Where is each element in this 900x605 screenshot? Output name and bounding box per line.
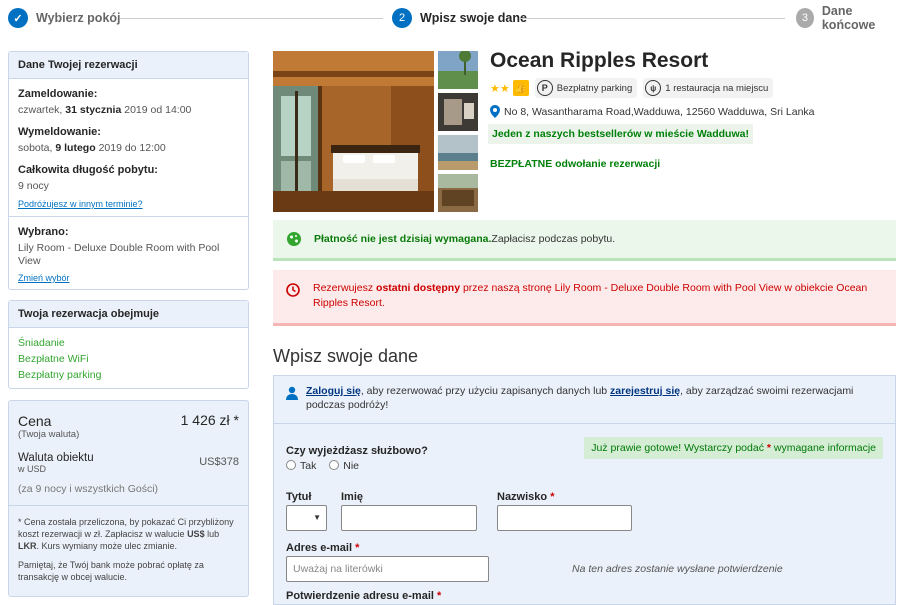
includes-header: Twoja rezerwacja obejmuje	[9, 301, 248, 328]
guest-details-form: Zaloguj się, aby rezerwować przy użyciu …	[273, 375, 896, 605]
hotel-thumb-photo[interactable]	[438, 93, 478, 131]
parking-badge: P Bezpłatny parking	[534, 78, 638, 98]
progress-steps: ✓ Wybierz pokój 2 Wpisz swoje dane 3 Dan…	[0, 0, 900, 36]
price-panel: Cena (Twoja waluta) 1 426 zł * Waluta ob…	[8, 400, 249, 597]
includes-item: Bezpłatne WiFi	[18, 353, 89, 365]
register-link[interactable]: zarejestruj się	[610, 385, 680, 397]
selected-label: Wybrano:	[18, 226, 69, 238]
stay-length-value: 9 nocy	[18, 180, 49, 192]
signin-link[interactable]: Zaloguj się	[306, 385, 361, 397]
lastname-label: Nazwisko *	[497, 491, 555, 503]
business-trip-question: Czy wyjeżdżasz służbowo?	[286, 445, 428, 457]
firstname-input[interactable]	[341, 505, 477, 531]
free-cancellation: BEZPŁATNE odwołanie rezerwacji	[490, 158, 661, 170]
hotel-badges: ★★ 👍 P Bezpłatny parking ψ 1 restauracja…	[490, 78, 779, 98]
money-icon	[287, 232, 301, 246]
hotel-name: Ocean Ripples Resort	[490, 49, 709, 72]
radio-no[interactable]: Nie	[329, 460, 359, 472]
includes-item: Bezpłatny parking	[18, 369, 102, 381]
lastname-input[interactable]	[497, 505, 632, 531]
title-label: Tytuł	[286, 491, 312, 503]
booking-details-header: Dane Twojej rezerwacji	[9, 52, 248, 79]
step-label: Dane końcowe	[821, 4, 876, 32]
thumbs-up-icon: 👍	[512, 80, 529, 96]
check-icon: ✓	[8, 8, 28, 28]
chevron-down-icon: ▼	[313, 513, 321, 522]
hotel-stars: ★★	[490, 82, 510, 95]
property-currency-value: US$378	[199, 456, 239, 468]
step-label: Wybierz pokój	[36, 11, 121, 25]
other-dates-link[interactable]: Podróżujesz w innym terminie?	[18, 199, 143, 209]
booking-details-panel: Dane Twojej rezerwacji Zameldowanie: czw…	[8, 51, 249, 290]
includes-item: Śniadanie	[18, 337, 65, 349]
price-sublabel: (Twoja waluta)	[18, 429, 80, 440]
email-hint: Na ten adres zostanie wysłane potwierdze…	[572, 563, 783, 575]
step-label: Wpisz swoje dane	[420, 11, 527, 25]
includes-panel: Twoja rezerwacja obejmuje Śniadanie Bezp…	[8, 300, 249, 389]
almost-done-banner: Już prawie gotowe! Wystarczy podać * wym…	[584, 437, 883, 459]
step-number: 3	[796, 8, 814, 28]
hotel-thumb-photo[interactable]	[438, 174, 478, 212]
change-selection-link[interactable]: Zmień wybór	[18, 273, 70, 283]
restaurant-badge: ψ 1 restauracja na miejscu	[643, 78, 774, 98]
step-final-details: 3 Dane końcowe	[796, 4, 900, 32]
checkin-value: czwartek, 31 stycznia 2019 od 14:00	[18, 104, 192, 116]
form-title: Wpisz swoje dane	[273, 346, 419, 366]
step-choose-room[interactable]: ✓ Wybierz pokój	[8, 8, 121, 28]
bank-fee-note: Pamiętaj, że Twój bank może pobrać opłat…	[18, 560, 204, 582]
title-select[interactable]: ▼	[286, 505, 327, 531]
selected-room: Lily Room - Deluxe Double Room with Pool…	[18, 242, 220, 267]
stay-length-label: Całkowita długość pobytu:	[18, 164, 158, 176]
price-nights-note: (za 9 nocy i wszystkich Gości)	[18, 483, 159, 495]
step-number: 2	[392, 8, 412, 28]
price-disclaimer: * Cena została przeliczona, by pokazać C…	[18, 517, 234, 551]
checkout-label: Wymeldowanie:	[18, 126, 101, 138]
hotel-thumb-photo[interactable]	[438, 135, 478, 170]
business-trip-options: Tak Nie	[286, 460, 359, 472]
checkout-value: sobota, 9 lutego 2019 do 12:00	[18, 142, 166, 154]
confirm-email-label: Potwierdzenie adresu e-mail *	[286, 590, 442, 602]
signin-prompt: Zaloguj się, aby rezerwować przy użyciu …	[274, 376, 895, 424]
radio-yes[interactable]: Tak	[286, 460, 316, 472]
parking-icon: P	[536, 80, 553, 96]
email-input[interactable]: Uważaj na literówki	[286, 556, 489, 582]
map-pin-icon	[490, 105, 500, 118]
clock-icon	[286, 283, 300, 297]
progress-line	[520, 18, 785, 19]
restaurant-icon: ψ	[645, 80, 662, 96]
hotel-address[interactable]: No 8, Wasantharama Road,Wadduwa, 12560 W…	[490, 105, 815, 118]
bestseller-badge: Jeden z naszych bestsellerów w mieście W…	[488, 124, 753, 144]
price-value: 1 426 zł *	[180, 412, 239, 428]
payment-alert: Płatność nie jest dzisiaj wymagana. Zapł…	[273, 220, 896, 261]
user-icon	[286, 386, 298, 400]
hotel-thumb-photo[interactable]	[438, 51, 478, 89]
hotel-main-photo[interactable]	[273, 51, 434, 212]
step-enter-details: 2 Wpisz swoje dane	[392, 8, 527, 28]
checkin-label: Zameldowanie:	[18, 88, 98, 100]
firstname-label: Imię	[341, 491, 364, 503]
email-label: Adres e-mail *	[286, 542, 360, 554]
last-available-alert: Rezerwujesz ostatni dostępny przez naszą…	[273, 270, 896, 326]
progress-line	[120, 18, 383, 19]
